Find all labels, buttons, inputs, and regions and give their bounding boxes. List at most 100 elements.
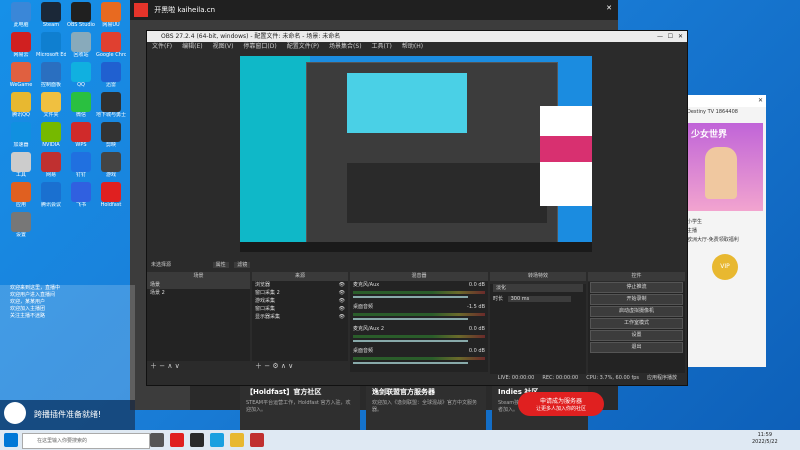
menu-item[interactable]: 场景集合(S) — [329, 43, 362, 50]
desktop-icon[interactable]: 控制面板 — [36, 62, 66, 94]
source-item[interactable]: 显示器采集 👁 — [252, 313, 348, 321]
desktop-icon[interactable]: Microsoft Edge — [36, 32, 66, 64]
obs-preview[interactable] — [240, 56, 592, 252]
filters-button[interactable]: 滤镜 — [234, 262, 251, 268]
task-view-icon[interactable] — [150, 433, 164, 447]
desktop-icon[interactable]: Steam — [36, 2, 66, 34]
source-item[interactable]: 窗口采集 2 👁 — [252, 289, 348, 297]
desktop-icon[interactable]: 此电脑 — [6, 2, 36, 34]
search-box[interactable]: 在这里输入你要搜索的 — [22, 433, 150, 449]
desktop-icon[interactable]: OBS Studio — [66, 2, 96, 34]
desktop-icon[interactable]: QQ — [66, 62, 96, 94]
desktop-icon[interactable]: NVIDIA — [36, 122, 66, 154]
desktop-icon[interactable]: 剪映 — [96, 122, 126, 154]
control-button[interactable]: 工作室模式 — [590, 318, 683, 329]
desktop-icon[interactable]: 网易UU — [96, 2, 126, 34]
desktop-icon[interactable]: 工具 — [6, 152, 36, 184]
menu-item[interactable]: 配置文件(P) — [287, 43, 319, 50]
desktop-icon[interactable]: Google Chrome — [96, 32, 126, 64]
control-button[interactable]: 开始录制 — [590, 294, 683, 305]
visibility-eye-icon[interactable]: 👁 — [339, 305, 345, 313]
menu-item[interactable]: 工具(T) — [372, 43, 392, 50]
volume-slider[interactable] — [353, 340, 468, 342]
server-card[interactable]: 【Holdfast】官方社区 STEAM平台运营工作，Holdfast 官方入驻… — [240, 384, 360, 430]
source-controls[interactable]: ＋ − ⚙ ∧ ∨ — [252, 361, 348, 371]
menu-item[interactable]: 编辑(E) — [182, 43, 202, 50]
app-icon[interactable] — [170, 433, 184, 447]
close-icon[interactable]: ✕ — [606, 4, 612, 12]
scene-controls[interactable]: ＋ − ∧ ∨ — [147, 361, 250, 371]
volume-slider[interactable] — [353, 296, 468, 298]
desktop-icon[interactable]: 钉钉 — [66, 152, 96, 184]
desktop-icon[interactable]: 腾讯会议 — [36, 182, 66, 214]
desktop-icon[interactable]: 微信 — [66, 92, 96, 124]
desktop-icon[interactable]: 腾讯QQ — [6, 92, 36, 124]
desktop-icon[interactable]: 网易 — [36, 152, 66, 184]
desktop-icon[interactable]: 游戏 — [96, 152, 126, 184]
desktop-icon[interactable]: 网易云 — [6, 32, 36, 64]
source-label: 游戏采集 — [255, 298, 276, 304]
properties-button[interactable]: 属性 — [212, 262, 229, 268]
desktop-icon[interactable]: 迅雷 — [96, 62, 126, 94]
scene-item[interactable]: 场景 2 — [147, 289, 250, 297]
source-item[interactable]: 窗口采集 👁 — [252, 305, 348, 313]
desktop-icon-label: Steam — [42, 22, 60, 28]
obs-icon[interactable] — [190, 433, 204, 447]
controls-panel: 控件 停止推流 开始录制 启动虚拟摄像机 工作室模式 设置 退出 — [588, 272, 685, 373]
desktop-icon[interactable]: 加速器 — [6, 122, 36, 154]
visibility-eye-icon[interactable]: 👁 — [339, 281, 345, 289]
visibility-eye-icon[interactable]: 👁 — [339, 313, 345, 321]
transition-select[interactable]: 淡化 — [493, 284, 583, 292]
maximize-icon[interactable]: ☐ — [668, 31, 673, 42]
desktop-icon[interactable]: 地下城与勇士 — [96, 92, 126, 124]
desktop-icon-label: 加速器 — [13, 142, 29, 148]
source-item[interactable]: 游戏采集 👁 — [252, 297, 348, 305]
close-icon[interactable]: ✕ — [758, 97, 763, 104]
folder-icon[interactable] — [230, 433, 244, 447]
control-button[interactable]: 启动虚拟摄像机 — [590, 306, 683, 317]
desktop-icon[interactable]: 回收站 — [66, 32, 96, 64]
minimize-icon[interactable]: — — [657, 31, 663, 42]
controls-buttons: 停止推流 开始录制 启动虚拟摄像机 工作室模式 设置 退出 — [588, 282, 685, 373]
volume-slider[interactable] — [353, 318, 468, 320]
close-icon[interactable]: ✕ — [678, 31, 683, 42]
desktop-icon[interactable]: 文件夹 — [36, 92, 66, 124]
desktop-icon[interactable]: WPS — [66, 122, 96, 154]
visibility-eye-icon[interactable]: 👁 — [339, 297, 345, 305]
status-item: REC: 00:00:00 — [542, 375, 579, 381]
menu-item[interactable]: 停靠窗口(D) — [243, 43, 276, 50]
app-icon — [11, 32, 31, 52]
vu-meter — [353, 357, 485, 360]
source-label: 窗口采集 — [255, 306, 276, 312]
desktop-icon[interactable]: WeGame — [6, 62, 36, 94]
control-button[interactable]: 停止推流 — [590, 282, 683, 293]
source-item[interactable]: 浏览器 👁 — [252, 281, 348, 289]
chat-item[interactable]: 小学生 — [684, 217, 766, 226]
server-card[interactable]: 逸剑联盟官方服务器 欢迎加入《逸剑联盟：全球混战》官方中文服务器。 — [366, 384, 486, 430]
control-button[interactable]: 设置 — [590, 330, 683, 341]
menu-item[interactable]: 视图(V) — [213, 43, 234, 50]
scene-item[interactable]: 场景 — [147, 281, 250, 289]
visibility-eye-icon[interactable]: 👁 — [339, 289, 345, 297]
vu-meter — [353, 291, 485, 294]
clock[interactable]: 11:59 2022/5/22 — [752, 432, 778, 446]
desktop-icon[interactable]: 设置 — [6, 212, 36, 244]
edge-icon[interactable] — [210, 433, 224, 447]
apply-server-notice[interactable]: 申请成为服务器 让更多人加入你的社区 — [518, 392, 604, 416]
desktop-icon-label: 钉钉 — [75, 172, 86, 178]
app-icon[interactable] — [250, 433, 264, 447]
overlay-line: 关注主播不迷路 — [10, 313, 46, 319]
desktop-icon[interactable]: 飞书 — [66, 182, 96, 214]
desktop-icon[interactable]: 应用 — [6, 182, 36, 214]
start-icon[interactable] — [4, 433, 18, 447]
duration-input[interactable]: 300 ms — [507, 296, 571, 302]
chat-item[interactable]: 主播 — [684, 226, 766, 235]
volume-slider[interactable] — [353, 362, 468, 364]
desktop-icon[interactable]: Holdfast — [96, 182, 126, 214]
mixer-channel-header: 桌面音频 0.0 dB — [350, 347, 488, 355]
menu-item[interactable]: 文件(F) — [152, 43, 172, 50]
menu-item[interactable]: 帮助(H) — [402, 43, 423, 50]
control-button[interactable]: 退出 — [590, 342, 683, 353]
chat-item[interactable]: 欧洲大厅-免费领取福利 — [684, 235, 766, 244]
app-icon — [101, 32, 121, 52]
